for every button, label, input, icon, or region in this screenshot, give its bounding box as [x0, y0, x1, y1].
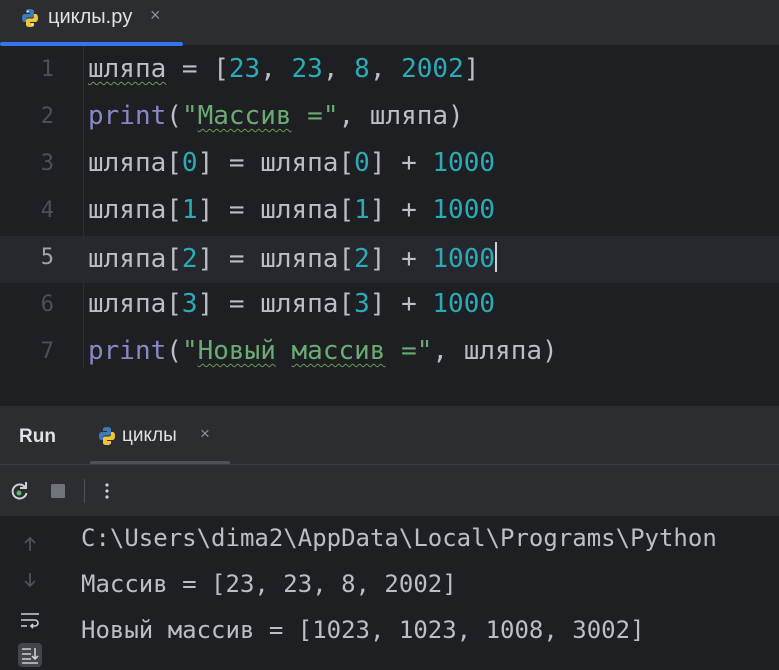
- code-text: шляпа = [23, 23, 8, 2002]: [88, 54, 479, 84]
- code-token: шляпа[: [88, 195, 182, 225]
- code-text: шляпа[1] = шляпа[1] + 1000: [88, 195, 495, 225]
- code-token: 0: [354, 148, 370, 178]
- code-token: ] +: [369, 148, 433, 178]
- line-number: 1: [40, 57, 54, 82]
- code-token: массив: [291, 336, 386, 366]
- code-token: (: [166, 101, 182, 131]
- console-line: C:\Users\dima2\AppData\Local\Programs\Py…: [81, 524, 717, 552]
- code-token: шляпа[: [88, 289, 182, 319]
- run-tab-title: циклы: [122, 425, 177, 446]
- code-token: ] +: [369, 244, 433, 274]
- code-token: шляпа: [88, 54, 167, 84]
- rerun-icon[interactable]: [8, 479, 32, 503]
- code-token: 1: [181, 195, 198, 225]
- code-token: ,: [260, 54, 292, 84]
- code-token: ] = шляпа[: [197, 289, 355, 319]
- run-window-title: Run: [19, 426, 56, 447]
- code-token: 1000: [432, 289, 496, 319]
- code-token: Новый: [197, 336, 276, 366]
- code-token: 1000: [432, 244, 496, 274]
- code-token: ] +: [369, 289, 433, 319]
- code-token: ] +: [369, 195, 433, 225]
- code-token: =": [385, 336, 433, 366]
- code-token: 3: [181, 289, 198, 319]
- editor-tab-file[interactable]: циклы.py ×: [0, 0, 183, 46]
- text-caret: [495, 242, 498, 272]
- code-token: ": [181, 336, 198, 366]
- line-number: 5: [40, 245, 54, 270]
- code-token: print: [88, 101, 167, 131]
- code-token: 2: [181, 244, 198, 274]
- code-token: , шляпа): [432, 336, 558, 366]
- code-token: 3: [354, 289, 370, 319]
- code-editor[interactable]: 1 шляпа = [23, 23, 8, 2002] 2 print("Массив…: [0, 46, 779, 368]
- code-text: print("Новый массив =", шляпа): [88, 336, 558, 366]
- soft-wrap-icon[interactable]: [18, 608, 42, 632]
- code-token: 2002: [401, 54, 464, 84]
- code-text: шляпа[2] = шляпа[2] + 1000: [88, 242, 498, 274]
- line-number: 4: [40, 198, 54, 223]
- code-token: ": [181, 101, 198, 131]
- code-line-current[interactable]: 5 шляпа[2] = шляпа[2] + 1000: [0, 236, 779, 283]
- code-text: print("Массив =", шляпа): [88, 101, 464, 131]
- editor-tab-title: циклы.py: [48, 6, 133, 28]
- console-line: Новый массив = [1023, 1023, 1008, 3002]: [81, 616, 645, 644]
- python-icon: [99, 427, 115, 445]
- scroll-to-end-icon[interactable]: [18, 643, 42, 667]
- code-token: = [: [166, 54, 229, 84]
- run-toolbar: [0, 464, 779, 516]
- run-tab[interactable]: циклы ×: [90, 406, 230, 464]
- stop-icon[interactable]: [46, 479, 70, 503]
- code-token: (: [166, 336, 182, 366]
- code-text: шляпа[3] = шляпа[3] + 1000: [88, 289, 495, 319]
- run-console[interactable]: C:\Users\dima2\AppData\Local\Programs\Py…: [0, 516, 779, 670]
- console-side-toolbar: [0, 516, 60, 670]
- code-token: 23: [228, 54, 261, 84]
- close-icon[interactable]: ×: [150, 5, 161, 26]
- line-number: 3: [40, 151, 54, 176]
- code-token: Массив: [197, 101, 292, 131]
- code-line[interactable]: 1 шляпа = [23, 23, 8, 2002]: [0, 48, 779, 95]
- code-token: шляпа[: [88, 148, 182, 178]
- code-token: ,: [322, 54, 355, 84]
- code-token: 8: [354, 54, 370, 84]
- code-token: 0: [181, 148, 198, 178]
- more-icon[interactable]: [95, 479, 119, 503]
- code-token: =": [291, 101, 339, 131]
- code-line[interactable]: 3 шляпа[0] = шляпа[0] + 1000: [0, 142, 779, 189]
- code-line[interactable]: 4 шляпа[1] = шляпа[1] + 1000: [0, 189, 779, 236]
- editor-tab-bar: циклы.py ×: [0, 0, 779, 46]
- code-text: шляпа[0] = шляпа[0] + 1000: [88, 148, 495, 178]
- line-number: 7: [40, 339, 54, 364]
- console-line: Массив = [23, 23, 8, 2002]: [81, 570, 457, 598]
- code-token: ] = шляпа[: [197, 148, 355, 178]
- line-number: 6: [40, 292, 54, 317]
- editor-bottom-spacer: [0, 368, 779, 406]
- toolbar-separator: [84, 479, 85, 503]
- code-line[interactable]: 2 print("Массив =", шляпа): [0, 95, 779, 142]
- code-token: 1000: [432, 148, 496, 178]
- python-icon: [22, 9, 38, 27]
- run-tool-window-header: Run циклы ×: [0, 406, 779, 464]
- code-token: 1000: [432, 195, 496, 225]
- down-arrow-icon[interactable]: [18, 568, 42, 592]
- code-token: ,: [369, 54, 402, 84]
- line-number: 2: [40, 104, 54, 129]
- code-token: ]: [463, 54, 480, 84]
- code-token: 1: [354, 195, 370, 225]
- close-icon[interactable]: ×: [200, 424, 210, 444]
- code-token: ] = шляпа[: [197, 244, 355, 274]
- code-token: print: [88, 336, 167, 366]
- up-arrow-icon[interactable]: [18, 532, 42, 556]
- code-line[interactable]: 7 print("Новый массив =", шляпа): [0, 330, 779, 368]
- code-line[interactable]: 6 шляпа[3] = шляпа[3] + 1000: [0, 283, 779, 330]
- code-token: , шляпа): [338, 101, 464, 131]
- code-token: ] = шляпа[: [197, 195, 355, 225]
- code-token: 23: [291, 54, 323, 84]
- code-token: шляпа[: [88, 244, 182, 274]
- code-token: 2: [354, 244, 370, 274]
